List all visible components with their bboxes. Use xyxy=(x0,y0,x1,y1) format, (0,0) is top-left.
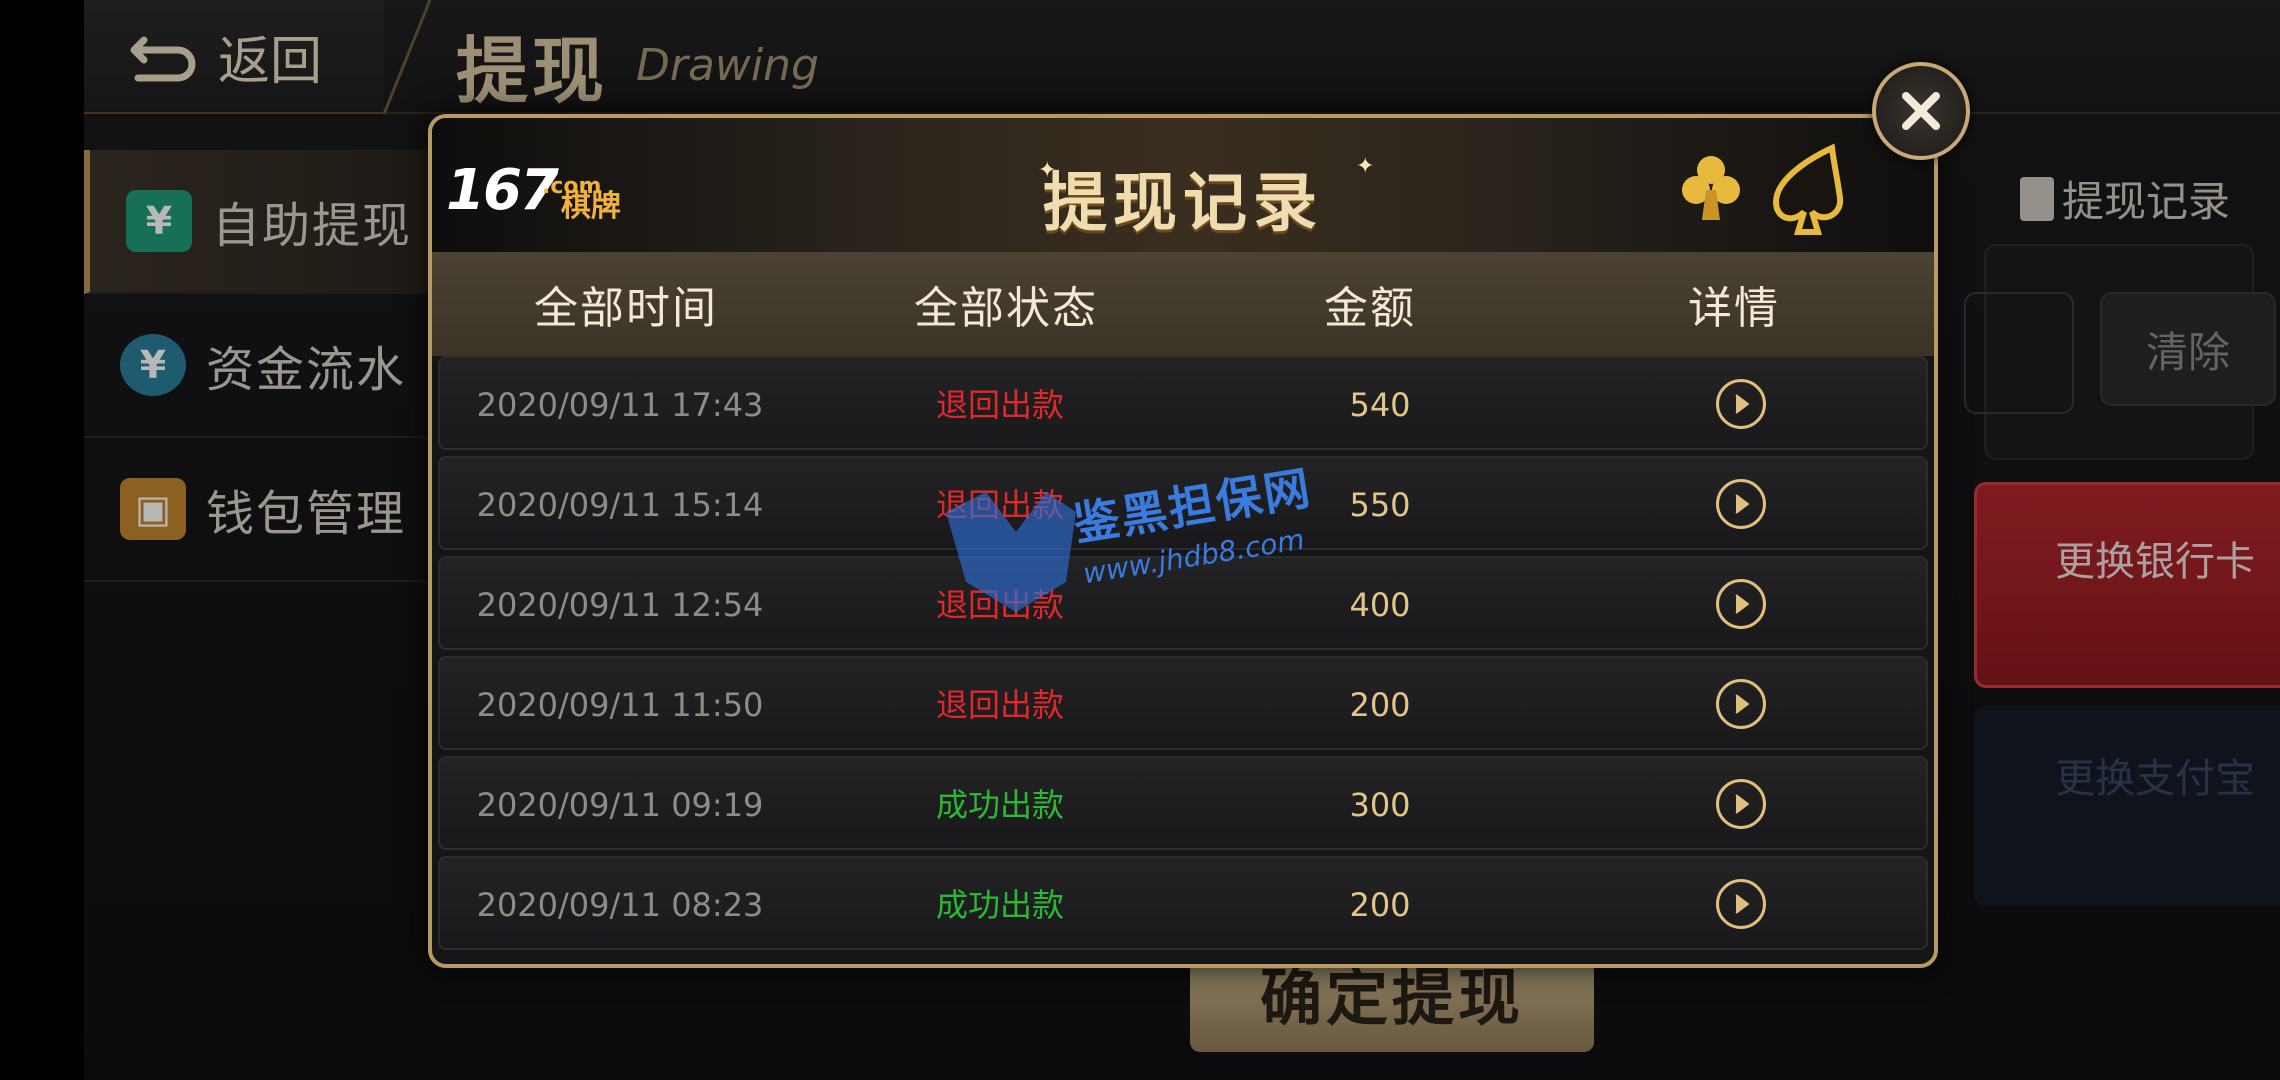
spade-card-icon xyxy=(1772,143,1844,235)
record-time: 2020/09/11 09:19 xyxy=(476,786,764,824)
club-card-icon xyxy=(1682,156,1740,220)
record-time: 2020/09/11 12:54 xyxy=(476,586,764,624)
record-status: 成功出款 xyxy=(935,786,1064,824)
close-icon xyxy=(1902,92,1940,130)
column-detail: 详情 xyxy=(1688,283,1780,334)
record-status: 退回出款 xyxy=(935,686,1064,724)
record-status: 成功出款 xyxy=(935,886,1064,924)
record-amount: 540 xyxy=(1349,386,1411,424)
modal-banner: 167 棋牌 .com ✦ ✦ 提现记录 xyxy=(432,118,1934,252)
table-row: 2020/09/11 11:50 退回出款 200 xyxy=(438,656,1928,750)
record-amount: 300 xyxy=(1349,786,1411,824)
record-time: 2020/09/11 17:43 xyxy=(476,386,764,424)
detail-arrow-icon[interactable] xyxy=(1716,579,1766,629)
filter-all-time[interactable]: 全部时间 xyxy=(446,272,806,336)
table-header: 全部时间 全部状态 金额 详情 xyxy=(432,252,1934,356)
table-row: 2020/09/11 08:23 成功出款 200 xyxy=(438,856,1928,950)
table-row: 2020/09/11 09:19 成功出款 300 xyxy=(438,756,1928,850)
record-status: 退回出款 xyxy=(935,386,1064,424)
record-time: 2020/09/11 11:50 xyxy=(476,686,764,724)
record-time: 2020/09/11 08:23 xyxy=(476,886,764,924)
detail-arrow-icon[interactable] xyxy=(1716,679,1766,729)
records-list: 2020/09/11 17:43 退回出款 540 2020/09/11 15:… xyxy=(438,356,1930,956)
column-amount: 金额 xyxy=(1324,283,1416,334)
close-modal-button[interactable] xyxy=(1872,62,1970,160)
record-time: 2020/09/11 15:14 xyxy=(476,486,764,524)
detail-arrow-icon[interactable] xyxy=(1716,379,1766,429)
table-row: 2020/09/11 17:43 退回出款 540 xyxy=(438,356,1928,450)
filter-all-status[interactable]: 全部状态 xyxy=(826,272,1186,336)
detail-arrow-icon[interactable] xyxy=(1716,779,1766,829)
detail-arrow-icon[interactable] xyxy=(1716,479,1766,529)
record-amount: 200 xyxy=(1349,886,1411,924)
record-amount: 200 xyxy=(1349,686,1411,724)
detail-arrow-icon[interactable] xyxy=(1716,879,1766,929)
